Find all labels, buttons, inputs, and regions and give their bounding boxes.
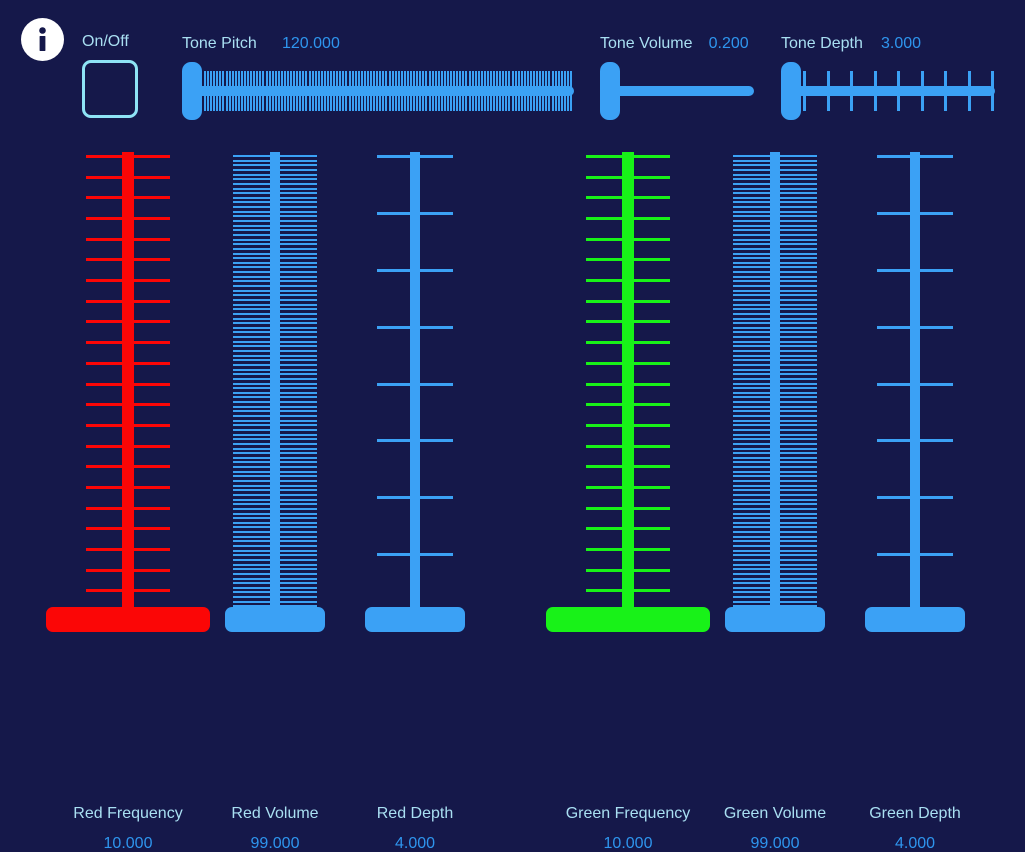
slider-track-tone-volume[interactable] [600, 86, 754, 96]
slider-thumb-red-frequency[interactable] [46, 607, 210, 632]
slider-track-tone-pitch[interactable] [182, 86, 574, 96]
slider-label-tone-pitch: Tone Pitch [182, 35, 257, 52]
slider-red-depth[interactable]: Red Depth 4.000 [355, 152, 475, 852]
slider-thumb-green-volume[interactable] [725, 607, 825, 632]
slider-stack-red-volume[interactable] [215, 152, 335, 632]
slider-bar-green-volume[interactable] [770, 152, 780, 614]
slider-bar-green-depth[interactable] [910, 152, 920, 614]
onoff-checkbox[interactable] [82, 60, 138, 118]
info-icon[interactable] [21, 18, 64, 61]
slider-stack-green-volume[interactable] [715, 152, 835, 632]
slider-bar-red-frequency[interactable] [122, 152, 134, 614]
slider-value-tone-volume: 0.200 [708, 35, 749, 52]
slider-stack-red-frequency[interactable] [46, 152, 210, 632]
slider-red-frequency[interactable]: Red Frequency 10.000 [46, 152, 210, 852]
slider-value-green-depth: 4.000 [894, 835, 936, 852]
slider-thumb-red-volume[interactable] [225, 607, 325, 632]
slider-tone-pitch[interactable]: Tone Pitch 120.000 [182, 36, 574, 120]
slider-bar-red-depth[interactable] [410, 152, 420, 614]
slider-bar-green-frequency[interactable] [622, 152, 634, 614]
slider-label-red-depth: Red Depth [376, 805, 454, 822]
slider-red-volume[interactable]: Red Volume 99.000 [215, 152, 335, 852]
slider-value-tone-depth: 3.000 [881, 35, 922, 52]
slider-stack-red-depth[interactable] [355, 152, 475, 632]
slider-tone-volume[interactable]: Tone Volume 0.200 [600, 36, 754, 120]
slider-stack-green-frequency[interactable] [546, 152, 710, 632]
onoff-label: On/Off [82, 33, 129, 50]
slider-bar-red-volume[interactable] [270, 152, 280, 614]
slider-thumb-tone-volume[interactable] [600, 62, 620, 120]
slider-tone-depth[interactable]: Tone Depth 3.000 [781, 36, 995, 120]
slider-green-depth[interactable]: Green Depth 4.000 [855, 152, 975, 852]
slider-thumb-tone-pitch[interactable] [182, 62, 202, 120]
slider-stack-green-depth[interactable] [855, 152, 975, 632]
slider-track-tone-depth[interactable] [781, 86, 995, 96]
slider-thumb-tone-depth[interactable] [781, 62, 801, 120]
header-bar: On/Off Tone Pitch 120.000 Tone Volume 0.200… [0, 0, 1025, 140]
slider-value-tone-pitch: 120.000 [282, 35, 340, 52]
slider-thumb-red-depth[interactable] [365, 607, 465, 632]
slider-value-red-depth: 4.000 [394, 835, 436, 852]
slider-thumb-green-frequency[interactable] [546, 607, 710, 632]
slider-label-tone-volume: Tone Volume [600, 35, 693, 52]
slider-label-green-depth: Green Depth [869, 805, 961, 822]
slider-green-volume[interactable]: Green Volume 99.000 [715, 152, 835, 852]
slider-green-frequency[interactable]: Green Frequency 10.000 [546, 152, 710, 852]
slider-label-tone-depth: Tone Depth [781, 35, 863, 52]
slider-thumb-green-depth[interactable] [865, 607, 965, 632]
